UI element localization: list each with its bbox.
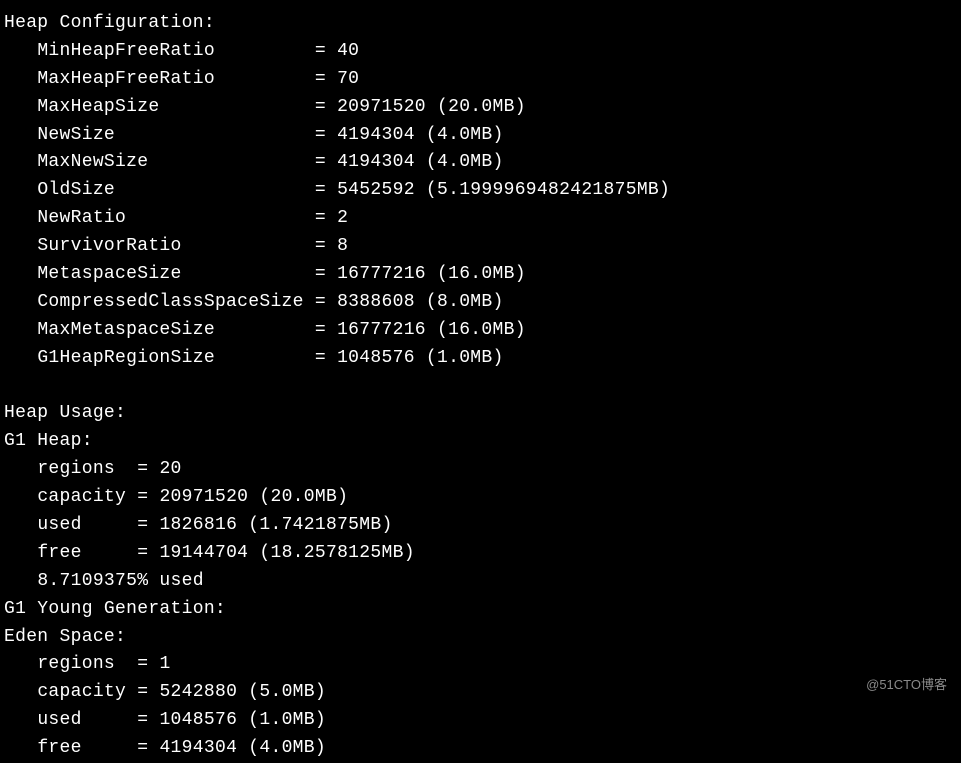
usage-pct: 8.7109375% used (4, 568, 957, 596)
cfg-value: 2 (337, 208, 348, 228)
usage-value: 1048576 (1.0MB) (159, 710, 326, 730)
cfg-row: NewRatio = 2 (4, 205, 957, 233)
usage-value: 20971520 (20.0MB) (159, 487, 348, 507)
usage-row: free = 4194304 (4.0MB) (4, 735, 957, 763)
cfg-label: OldSize (37, 180, 115, 200)
usage-row: regions = 20 (4, 456, 957, 484)
cfg-value: 8 (337, 236, 348, 256)
cfg-label: MaxNewSize (37, 152, 148, 172)
usage-value: 5242880 (5.0MB) (159, 682, 326, 702)
cfg-value: 16777216 (16.0MB) (337, 264, 526, 284)
usage-row: used = 1048576 (1.0MB) (4, 707, 957, 735)
cfg-row: MaxNewSize = 4194304 (4.0MB) (4, 149, 957, 177)
usage-row: regions = 1 (4, 651, 957, 679)
cfg-label: SurvivorRatio (37, 236, 181, 256)
cfg-value: 5452592 (5.1999969482421875MB) (337, 180, 670, 200)
cfg-value: 16777216 (16.0MB) (337, 320, 526, 340)
cfg-row: SurvivorRatio = 8 (4, 233, 957, 261)
usage-value: 4194304 (4.0MB) (159, 738, 326, 758)
usage-label: regions (37, 459, 115, 479)
blank-line (4, 373, 957, 401)
cfg-label: NewRatio (37, 208, 126, 228)
usage-label: free (37, 738, 81, 758)
cfg-label: CompressedClassSpaceSize (37, 292, 303, 312)
usage-row: capacity = 20971520 (20.0MB) (4, 484, 957, 512)
usage-label: capacity (37, 487, 126, 507)
cfg-row: OldSize = 5452592 (5.1999969482421875MB) (4, 177, 957, 205)
cfg-row: G1HeapRegionSize = 1048576 (1.0MB) (4, 345, 957, 373)
usage-label: used (37, 710, 81, 730)
cfg-row: MinHeapFreeRatio = 40 (4, 38, 957, 66)
usage-row: capacity = 5242880 (5.0MB) (4, 679, 957, 707)
usage-value: 19144704 (18.2578125MB) (159, 543, 414, 563)
cfg-value: 8388608 (8.0MB) (337, 292, 504, 312)
cfg-row: MaxHeapSize = 20971520 (20.0MB) (4, 94, 957, 122)
usage-label: free (37, 543, 81, 563)
cfg-row: MaxHeapFreeRatio = 70 (4, 66, 957, 94)
cfg-label: MaxHeapSize (37, 97, 159, 117)
cfg-label: MetaspaceSize (37, 264, 181, 284)
cfg-row: CompressedClassSpaceSize = 8388608 (8.0M… (4, 289, 957, 317)
cfg-value: 4194304 (4.0MB) (337, 125, 504, 145)
cfg-value: 70 (337, 69, 359, 89)
eden-title: Eden Space: (4, 624, 957, 652)
usage-row: free = 19144704 (18.2578125MB) (4, 540, 957, 568)
usage-value: 1 (159, 654, 170, 674)
young-gen-title: G1 Young Generation: (4, 596, 957, 624)
cfg-value: 40 (337, 41, 359, 61)
watermark: @51CTO博客 (866, 675, 947, 695)
cfg-row: MaxMetaspaceSize = 16777216 (16.0MB) (4, 317, 957, 345)
cfg-label: NewSize (37, 125, 115, 145)
usage-value: 20 (159, 459, 181, 479)
g1heap-title: G1 Heap: (4, 428, 957, 456)
cfg-label: MaxHeapFreeRatio (37, 69, 215, 89)
cfg-row: MetaspaceSize = 16777216 (16.0MB) (4, 261, 957, 289)
cfg-label: MinHeapFreeRatio (37, 41, 215, 61)
heap-config-title: Heap Configuration: (4, 10, 957, 38)
cfg-value: 4194304 (4.0MB) (337, 152, 504, 172)
usage-label: used (37, 515, 81, 535)
cfg-row: NewSize = 4194304 (4.0MB) (4, 122, 957, 150)
usage-label: regions (37, 654, 115, 674)
cfg-value: 20971520 (20.0MB) (337, 97, 526, 117)
heap-usage-title: Heap Usage: (4, 400, 957, 428)
cfg-value: 1048576 (1.0MB) (337, 348, 504, 368)
usage-value: 1826816 (1.7421875MB) (159, 515, 392, 535)
pct-used: 8.7109375% used (37, 571, 204, 591)
cfg-label: G1HeapRegionSize (37, 348, 215, 368)
cfg-label: MaxMetaspaceSize (37, 320, 215, 340)
usage-row: used = 1826816 (1.7421875MB) (4, 512, 957, 540)
usage-label: capacity (37, 682, 126, 702)
